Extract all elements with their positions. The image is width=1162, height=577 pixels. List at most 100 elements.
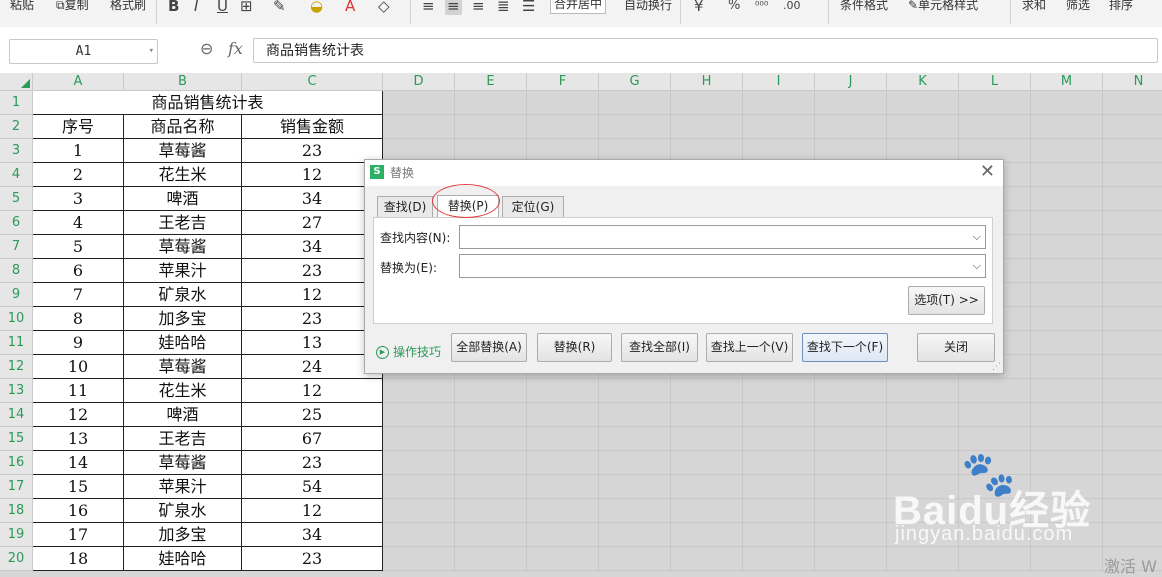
table-cell[interactable]: 啤酒 <box>124 187 242 211</box>
zoom-icon[interactable]: ⊖ <box>200 39 213 58</box>
find-input[interactable]: ⌵ <box>459 225 986 249</box>
row-header-1[interactable]: 1 <box>0 91 33 115</box>
replace-all-button[interactable]: 全部替换(A) <box>451 333 527 362</box>
table-cell[interactable]: 矿泉水 <box>124 283 242 307</box>
table-cell[interactable]: 加多宝 <box>124 523 242 547</box>
table-cell[interactable]: 11 <box>33 379 124 403</box>
tab-replace[interactable]: 替换(P) <box>437 195 499 217</box>
table-cell[interactable]: 54 <box>242 475 383 499</box>
chevron-down-icon[interactable]: ⌵ <box>973 230 981 244</box>
table-cell[interactable]: 24 <box>242 355 383 379</box>
replace-input[interactable]: ⌵ <box>459 254 986 278</box>
row-header-10[interactable]: 10 <box>0 307 33 331</box>
close-button[interactable]: 关闭 <box>917 333 995 362</box>
replace-button[interactable]: 替换(R) <box>537 333 612 362</box>
percent-icon[interactable]: % <box>728 0 740 15</box>
chevron-down-icon[interactable]: ▾ <box>149 40 154 63</box>
table-cell[interactable]: 娃哈哈 <box>124 547 242 571</box>
name-box[interactable]: A1 ▾ <box>9 39 158 64</box>
options-button[interactable]: 选项(T) >> <box>908 286 985 315</box>
table-cell[interactable]: 苹果汁 <box>124 475 242 499</box>
table-cell[interactable]: 王老吉 <box>124 427 242 451</box>
column-header-i[interactable]: I <box>743 73 815 91</box>
table-cell[interactable]: 6 <box>33 259 124 283</box>
row-header-13[interactable]: 13 <box>0 379 33 403</box>
row-header-14[interactable]: 14 <box>0 403 33 427</box>
row-header-2[interactable]: 2 <box>0 115 33 139</box>
column-header-g[interactable]: G <box>599 73 671 91</box>
table-cell[interactable]: 27 <box>242 211 383 235</box>
column-header-f[interactable]: F <box>527 73 599 91</box>
table-cell[interactable]: 10 <box>33 355 124 379</box>
column-header-b[interactable]: B <box>124 73 242 91</box>
column-header-l[interactable]: L <box>959 73 1031 91</box>
table-cell[interactable]: 12 <box>242 379 383 403</box>
table-cell[interactable]: 花生米 <box>124 379 242 403</box>
table-cell[interactable]: 23 <box>242 547 383 571</box>
table-cell[interactable]: 13 <box>242 331 383 355</box>
justify-icon[interactable]: ≣ <box>497 0 510 15</box>
table-cell[interactable]: 23 <box>242 451 383 475</box>
table-cell[interactable]: 娃哈哈 <box>124 331 242 355</box>
table-cell[interactable]: 23 <box>242 307 383 331</box>
filter-button[interactable]: 筛选 <box>1066 0 1090 14</box>
table-cell[interactable]: 12 <box>242 499 383 523</box>
fx-icon[interactable]: fx <box>228 39 243 58</box>
column-header-j[interactable]: J <box>815 73 887 91</box>
formula-input[interactable]: 商品销售统计表 <box>253 38 1158 63</box>
bold-icon[interactable]: B <box>168 0 179 15</box>
column-header-a[interactable]: A <box>33 73 124 91</box>
copy-button[interactable]: ⧉复制 <box>56 0 89 14</box>
border-icon[interactable]: ⊞ <box>240 0 253 15</box>
cell-style-button[interactable]: ✎单元格样式 <box>908 0 978 14</box>
table-cell[interactable]: 1 <box>33 139 124 163</box>
table-cell[interactable]: 7 <box>33 283 124 307</box>
table-header-cell[interactable]: 商品名称 <box>124 115 242 139</box>
row-header-20[interactable]: 20 <box>0 547 33 571</box>
font-color-icon[interactable]: A <box>345 0 355 15</box>
table-cell[interactable]: 14 <box>33 451 124 475</box>
table-cell[interactable]: 15 <box>33 475 124 499</box>
align-center-icon[interactable]: ≡ <box>445 0 462 15</box>
find-next-button[interactable]: 查找下一个(F) <box>802 333 888 362</box>
italic-icon[interactable]: I <box>194 0 198 15</box>
row-header-3[interactable]: 3 <box>0 139 33 163</box>
column-header-k[interactable]: K <box>887 73 959 91</box>
table-cell[interactable]: 34 <box>242 187 383 211</box>
table-cell[interactable]: 23 <box>242 139 383 163</box>
find-all-button[interactable]: 查找全部(I) <box>621 333 698 362</box>
row-header-5[interactable]: 5 <box>0 187 33 211</box>
tips-link[interactable]: ▶ 操作技巧 <box>376 343 441 360</box>
table-cell[interactable]: 花生米 <box>124 163 242 187</box>
align-left-icon[interactable]: ≡ <box>422 0 435 15</box>
underline-icon[interactable]: U <box>217 0 228 15</box>
table-cell[interactable]: 草莓酱 <box>124 451 242 475</box>
table-cell[interactable]: 2 <box>33 163 124 187</box>
fill-icon[interactable]: ✎ <box>273 0 286 15</box>
chevron-down-icon[interactable]: ⌵ <box>973 259 981 273</box>
column-header-c[interactable]: C <box>242 73 383 91</box>
row-header-19[interactable]: 19 <box>0 523 33 547</box>
distribute-icon[interactable]: ☰ <box>522 0 535 15</box>
table-cell[interactable]: 苹果汁 <box>124 259 242 283</box>
table-cell[interactable]: 王老吉 <box>124 211 242 235</box>
row-header-16[interactable]: 16 <box>0 451 33 475</box>
highlight-icon[interactable]: ◒ <box>310 0 323 15</box>
table-cell[interactable]: 草莓酱 <box>124 139 242 163</box>
currency-icon[interactable]: ¥ <box>694 0 704 15</box>
table-cell[interactable]: 啤酒 <box>124 403 242 427</box>
table-cell[interactable]: 12 <box>242 163 383 187</box>
table-cell[interactable]: 8 <box>33 307 124 331</box>
column-header-d[interactable]: D <box>383 73 455 91</box>
tab-goto[interactable]: 定位(G) <box>502 196 564 217</box>
column-header-h[interactable]: H <box>671 73 743 91</box>
table-cell[interactable]: 草莓酱 <box>124 355 242 379</box>
table-cell[interactable]: 12 <box>242 283 383 307</box>
column-header-n[interactable]: N <box>1103 73 1162 91</box>
row-header-4[interactable]: 4 <box>0 163 33 187</box>
select-all-corner[interactable] <box>0 73 33 91</box>
table-cell[interactable]: 矿泉水 <box>124 499 242 523</box>
table-cell[interactable]: 4 <box>33 211 124 235</box>
table-cell[interactable]: 5 <box>33 235 124 259</box>
column-header-e[interactable]: E <box>455 73 527 91</box>
